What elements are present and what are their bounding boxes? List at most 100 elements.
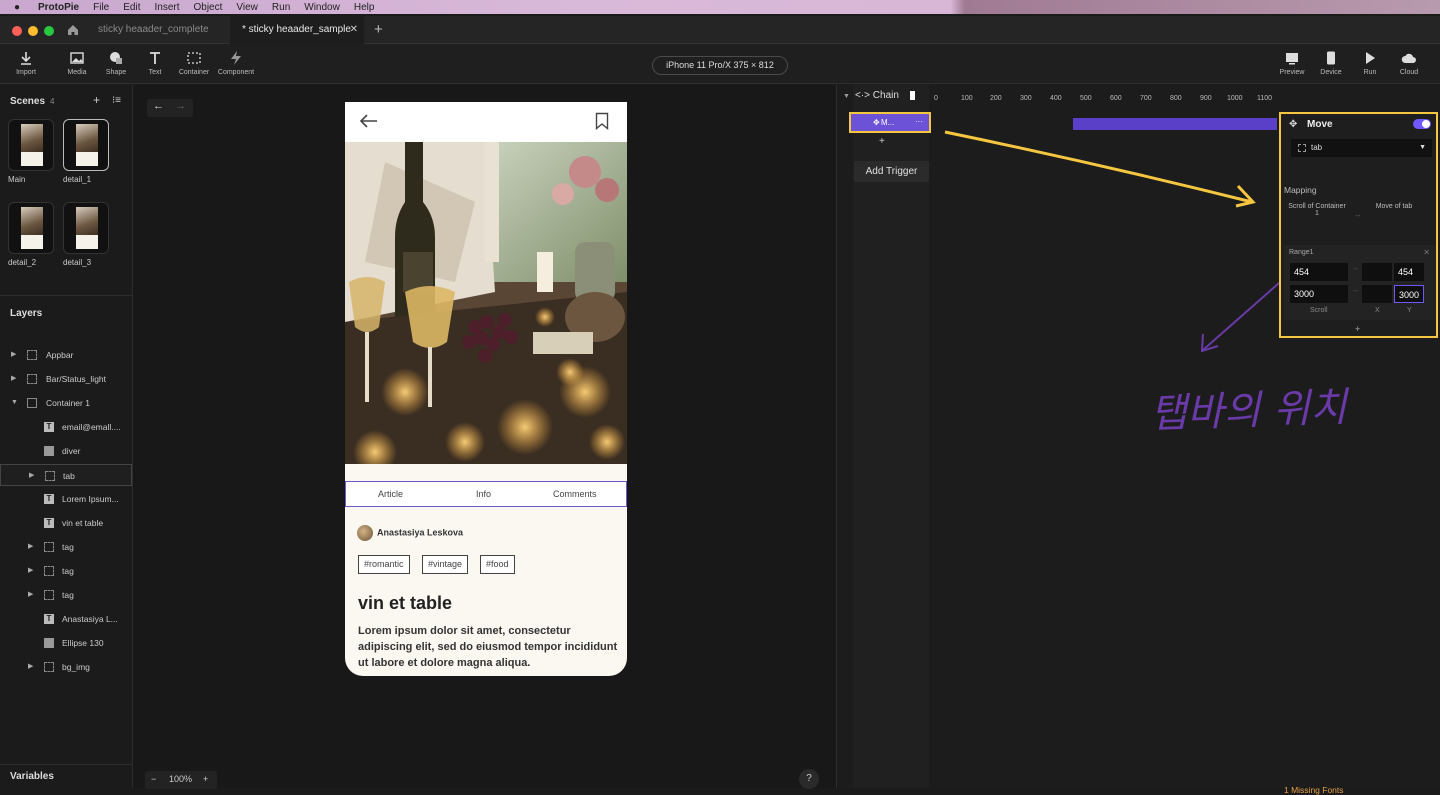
scroll-from-input[interactable]: 454 bbox=[1290, 263, 1348, 281]
collapse-arrow-icon[interactable]: ▼ bbox=[11, 392, 18, 414]
home-icon[interactable] bbox=[66, 23, 80, 37]
menu-run[interactable]: Run bbox=[272, 2, 290, 13]
expand-arrow-icon[interactable]: ▶ bbox=[28, 656, 33, 678]
tab-sticky-header-sample[interactable]: * sticky heaader_sample ✕ bbox=[230, 16, 364, 44]
x-from-input[interactable] bbox=[1362, 263, 1392, 281]
container-tool[interactable]: Container bbox=[172, 50, 216, 76]
layer-vin-et-table[interactable]: Tvin et table bbox=[0, 512, 132, 534]
layer-appbar[interactable]: ▶ Appbar bbox=[0, 344, 132, 366]
layer-email[interactable]: Temail@emall.... bbox=[0, 416, 132, 438]
target-layer-select[interactable]: tab ▼ bbox=[1291, 139, 1432, 157]
layer-tab[interactable]: ▶ tab bbox=[0, 464, 132, 486]
add-response-icon[interactable]: + bbox=[879, 136, 885, 147]
expand-arrow-icon[interactable]: ▶ bbox=[11, 344, 16, 366]
phone-screen[interactable]: Article Info Comments Anastasiya Leskova… bbox=[345, 102, 627, 676]
back-arrow-icon[interactable] bbox=[360, 114, 378, 128]
add-range-button[interactable]: + bbox=[1355, 324, 1360, 334]
device-selector[interactable]: iPhone 11 Pro/X 375 × 812 bbox=[652, 56, 788, 75]
app-name[interactable]: ProtoPie bbox=[38, 2, 79, 13]
cloud-tool[interactable]: Cloud bbox=[1387, 50, 1431, 76]
layer-bar-status-light[interactable]: ▶ Bar/Status_light bbox=[0, 368, 132, 390]
minimize-window-button[interactable] bbox=[28, 26, 38, 36]
canvas[interactable]: ← → Article Info Comments Anastasiya Les… bbox=[133, 85, 836, 789]
menu-window[interactable]: Window bbox=[304, 2, 340, 13]
response-duration-bar[interactable] bbox=[1073, 118, 1277, 130]
chain-header[interactable]: <·> Chain bbox=[855, 90, 915, 101]
layer-lorem-ipsum[interactable]: T Lorem Ipsum... bbox=[0, 488, 132, 510]
scene-list-view-icon[interactable]: ⁝≡ bbox=[112, 95, 121, 106]
layer-tag[interactable]: ▶ tag bbox=[0, 536, 132, 558]
more-icon[interactable]: ··· bbox=[915, 113, 923, 130]
tag-romantic[interactable]: #romantic bbox=[358, 555, 410, 574]
y-to-input[interactable]: 3000 bbox=[1394, 285, 1424, 303]
menu-help[interactable]: Help bbox=[354, 2, 375, 13]
x-column-label: X bbox=[1375, 307, 1380, 314]
menu-view[interactable]: View bbox=[236, 2, 258, 13]
variables-panel[interactable]: Variables bbox=[0, 764, 133, 788]
device-tool[interactable]: Device bbox=[1309, 50, 1353, 76]
help-button[interactable]: ? bbox=[799, 769, 819, 789]
menu-file[interactable]: File bbox=[93, 2, 109, 13]
tab-sticky-header-complete[interactable]: sticky heaader_complete bbox=[86, 16, 226, 44]
zoom-in-icon[interactable]: + bbox=[203, 774, 208, 784]
move-response-row[interactable]: ✥ M... ··· bbox=[849, 112, 931, 133]
collapse-icon[interactable]: ▼ bbox=[843, 93, 850, 100]
expand-arrow-icon[interactable]: ▶ bbox=[29, 465, 34, 487]
layer-bg-img[interactable]: ▶ bg_img bbox=[0, 656, 132, 678]
missing-fonts-warning[interactable]: 1 Missing Fonts bbox=[1284, 785, 1344, 795]
tool-label: Run bbox=[1363, 69, 1377, 76]
menu-object[interactable]: Object bbox=[194, 2, 223, 13]
phone-tab-article[interactable]: Article bbox=[378, 489, 403, 499]
expand-arrow-icon[interactable]: ▶ bbox=[28, 560, 33, 582]
close-window-button[interactable] bbox=[12, 26, 22, 36]
menu-insert[interactable]: Insert bbox=[154, 2, 179, 13]
zoom-out-icon[interactable]: − bbox=[151, 774, 156, 784]
import-tool[interactable]: Import bbox=[4, 50, 48, 76]
layer-ellipse-130[interactable]: Ellipse 130 bbox=[0, 632, 132, 654]
scroll-to-input[interactable]: 3000 bbox=[1290, 285, 1348, 303]
mapping-source[interactable]: Scroll of Container 1 bbox=[1287, 203, 1347, 235]
x-to-input[interactable] bbox=[1362, 285, 1392, 303]
back-arrow-icon[interactable]: ← bbox=[153, 100, 164, 112]
layer-tag[interactable]: ▶ tag bbox=[0, 560, 132, 582]
phone-tab-comments[interactable]: Comments bbox=[553, 489, 597, 499]
zoom-window-button[interactable] bbox=[44, 26, 54, 36]
forward-arrow-icon[interactable]: → bbox=[175, 100, 186, 112]
add-trigger-button[interactable]: Add Trigger bbox=[854, 161, 929, 182]
tag-food[interactable]: #food bbox=[480, 555, 515, 574]
scene-detail-1[interactable]: detail_1 bbox=[63, 119, 113, 184]
menu-edit[interactable]: Edit bbox=[123, 2, 140, 13]
timeline-tick: 1100 bbox=[1257, 95, 1273, 102]
new-tab-button[interactable]: + bbox=[374, 21, 383, 38]
mapping-target[interactable]: Move of tab bbox=[1364, 203, 1424, 235]
tag-vintage[interactable]: #vintage bbox=[422, 555, 469, 574]
zoom-level[interactable]: 100% bbox=[169, 774, 192, 784]
scene-detail-3[interactable]: detail_3 bbox=[63, 202, 113, 267]
text-layer-icon: T bbox=[44, 614, 54, 624]
scene-thumbnail bbox=[63, 202, 109, 254]
y-from-input[interactable]: 454 bbox=[1394, 263, 1424, 281]
component-tool[interactable]: Component bbox=[214, 50, 258, 76]
layer-container-1[interactable]: ▼ Container 1 bbox=[0, 392, 132, 414]
expand-arrow-icon[interactable]: ▶ bbox=[11, 368, 16, 390]
bookmark-icon[interactable] bbox=[595, 112, 609, 130]
preview-tool[interactable]: Preview bbox=[1270, 50, 1314, 76]
phone-tab-info[interactable]: Info bbox=[476, 489, 491, 499]
media-tool[interactable]: Media bbox=[55, 50, 99, 76]
layer-name: Anastasiya L... bbox=[62, 614, 118, 624]
response-toggle[interactable] bbox=[1413, 119, 1431, 129]
layer-diver[interactable]: diver bbox=[0, 440, 132, 462]
add-scene-icon[interactable]: + bbox=[93, 93, 100, 107]
shape-tool[interactable]: Shape bbox=[94, 50, 138, 76]
expand-arrow-icon[interactable]: ▶ bbox=[28, 536, 33, 558]
text-tool[interactable]: Text bbox=[133, 50, 177, 76]
close-tab-icon[interactable]: ✕ bbox=[350, 16, 358, 44]
scene-main[interactable]: Main bbox=[8, 119, 58, 184]
scene-detail-2[interactable]: detail_2 bbox=[8, 202, 58, 267]
layer-tag[interactable]: ▶ tag bbox=[0, 584, 132, 606]
remove-range-icon[interactable]: ✕ bbox=[1423, 248, 1430, 257]
apple-icon[interactable]: ● bbox=[14, 2, 24, 13]
layer-anastasiya[interactable]: T Anastasiya L... bbox=[0, 608, 132, 630]
expand-arrow-icon[interactable]: ▶ bbox=[28, 584, 33, 606]
run-tool[interactable]: Run bbox=[1348, 50, 1392, 76]
